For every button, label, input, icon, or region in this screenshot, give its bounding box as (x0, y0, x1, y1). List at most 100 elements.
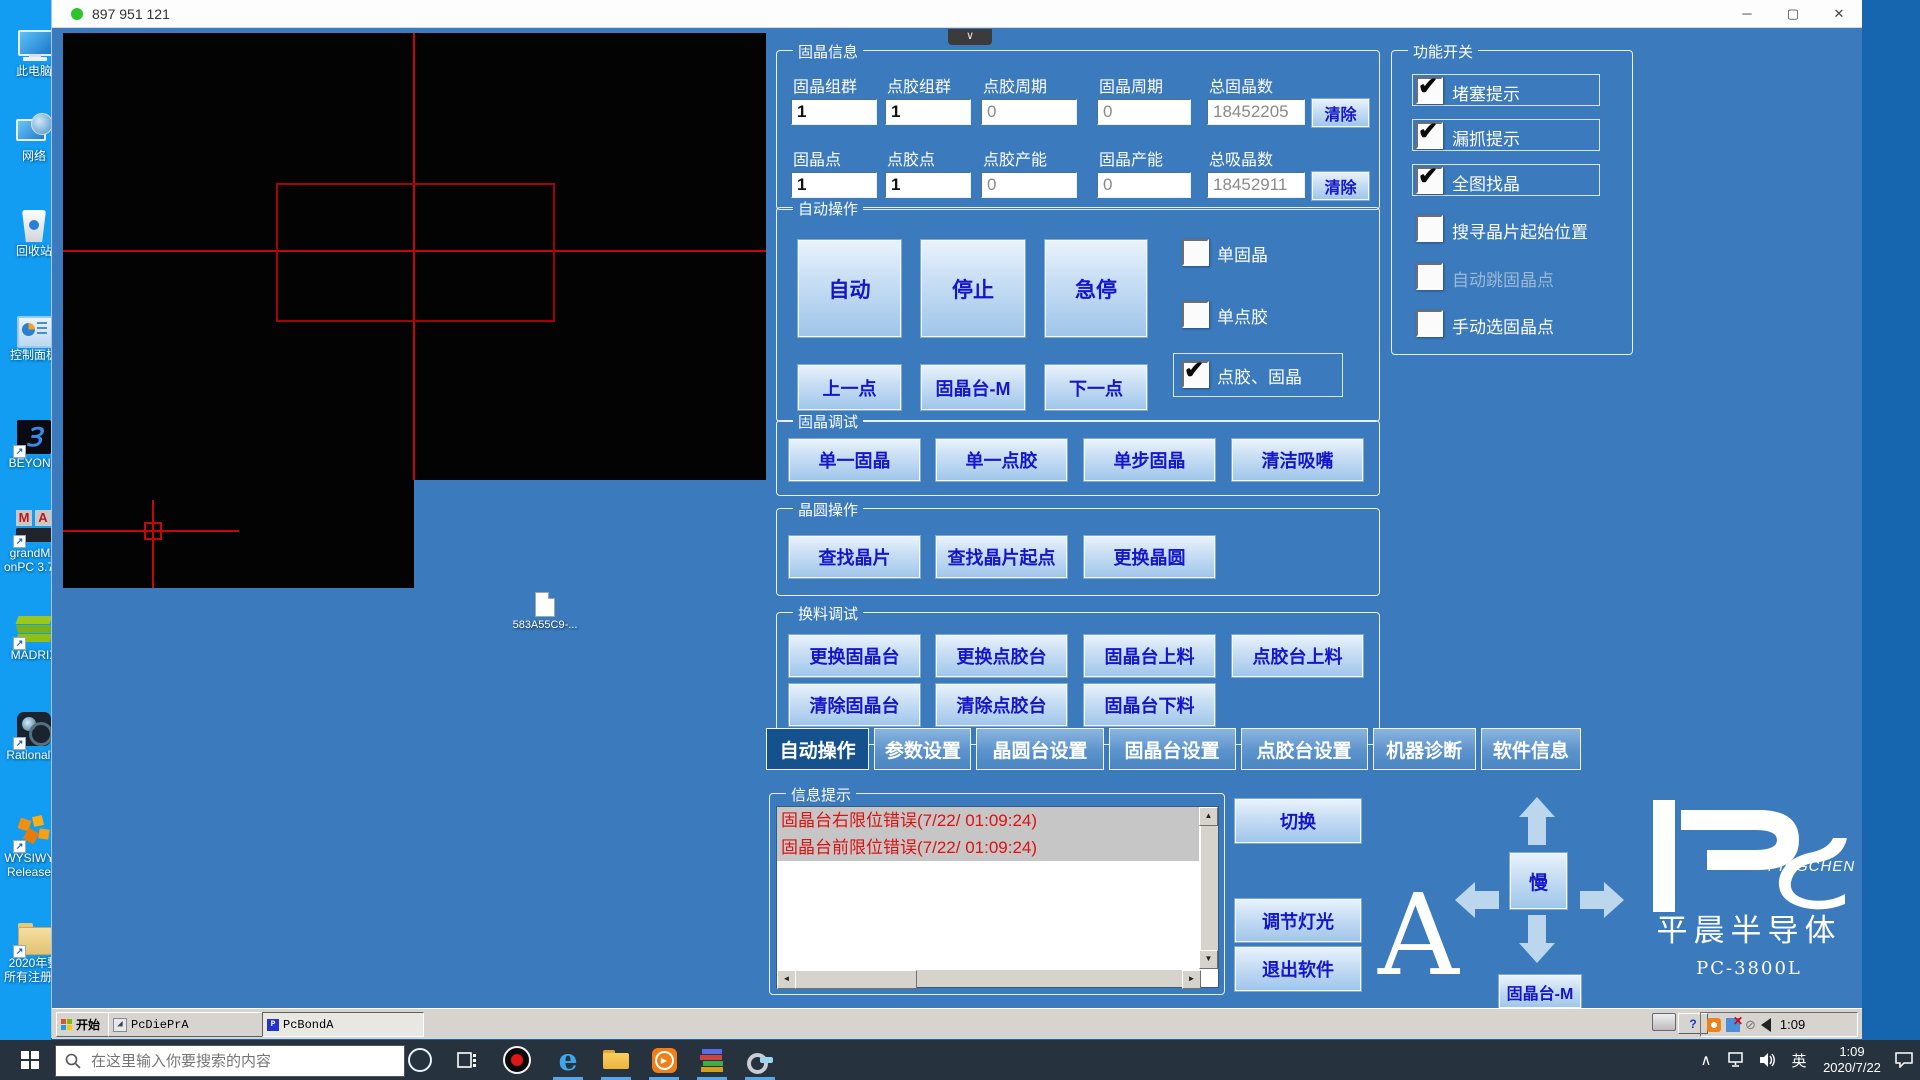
clear-pick-count-button[interactable]: 清除 (1311, 171, 1370, 201)
dispense-and-die-checkbox[interactable]: ✔ (1182, 361, 1209, 388)
dispense-stage-load-button[interactable]: 点胶台上料 (1231, 634, 1364, 678)
cortana-button[interactable] (400, 1040, 440, 1080)
clear-dispense-stage-button[interactable]: 清除点胶台 (935, 683, 1068, 727)
clear-die-stage-button[interactable]: 清除固晶台 (788, 683, 921, 727)
change-dispense-stage-button[interactable]: 更换点胶台 (935, 634, 1068, 678)
change-die-stage-button[interactable]: 更换固晶台 (788, 634, 921, 678)
prev-point-button[interactable]: 上一点 (797, 364, 902, 411)
media-app-button[interactable]: ▶ (642, 1040, 686, 1080)
scroll-up-icon[interactable]: ▲ (1199, 807, 1218, 826)
task-button-pcbonda[interactable]: P PcBondA (262, 1012, 424, 1037)
message-listbox[interactable]: 固晶台右限位错误(7/22/ 01:09:24) 固晶台前限位错误(7/22/ … (776, 806, 1219, 988)
tab-wafer-stage-settings[interactable]: 晶圆台设置 (976, 728, 1103, 770)
dispense-point-input[interactable] (885, 172, 971, 198)
die-stage-m-button[interactable]: 固晶台-M (920, 364, 1026, 411)
full-image-find-die-checkbox[interactable]: ✔ (1416, 167, 1443, 194)
action-center-button[interactable] (1890, 1040, 1918, 1080)
edge-button[interactable]: e (546, 1040, 590, 1080)
start-button[interactable] (8, 1040, 52, 1080)
maximize-button[interactable]: ▢ (1770, 0, 1816, 27)
tab-dispense-stage-settings[interactable]: 点胶台设置 (1241, 728, 1368, 770)
scroll-down-icon[interactable]: ▼ (1199, 950, 1218, 969)
horizontal-scrollbar[interactable]: ◄ ► (777, 970, 1201, 987)
vertical-scrollbar[interactable]: ▲ ▼ (1201, 807, 1218, 969)
exit-software-button[interactable]: 退出软件 (1234, 946, 1362, 992)
clear-die-count-button[interactable]: 清除 (1311, 98, 1370, 128)
find-die-button[interactable]: 查找晶片 (788, 535, 921, 579)
step-die-bond-button[interactable]: 单步固晶 (1083, 438, 1216, 482)
task-view-button[interactable] (447, 1040, 487, 1080)
dispense-cycle-input[interactable] (981, 99, 1077, 125)
estop-button[interactable]: 急停 (1044, 239, 1148, 338)
close-button[interactable]: ✕ (1816, 0, 1862, 27)
single-dispense-checkbox[interactable] (1182, 301, 1209, 328)
camera-view-secondary[interactable] (63, 480, 414, 588)
tray-speaker-icon[interactable] (1761, 1018, 1771, 1032)
change-wafer-button[interactable]: 更换晶圆 (1083, 535, 1216, 579)
single-die-bond-button[interactable]: 单一固晶 (788, 438, 921, 482)
message-row[interactable]: 固晶台前限位错误(7/22/ 01:09:24) (777, 834, 1199, 861)
tray-network-icon[interactable]: ✕ (1726, 1018, 1740, 1032)
dispense-capacity-input[interactable] (981, 172, 1077, 198)
stop-button[interactable]: 停止 (920, 239, 1026, 338)
adjust-light-button[interactable]: 调节灯光 (1234, 898, 1362, 943)
die-point-input[interactable] (791, 172, 877, 198)
find-die-start-button[interactable]: 查找晶片起点 (935, 535, 1068, 579)
single-die-checkbox[interactable] (1182, 239, 1209, 266)
die-capacity-input[interactable] (1097, 172, 1191, 198)
auto-button[interactable]: 自动 (797, 239, 902, 338)
arrow-right-button[interactable] (1580, 882, 1624, 918)
total-pick-count-input[interactable] (1207, 172, 1305, 198)
minimize-button[interactable]: ─ (1724, 0, 1770, 27)
die-group-input[interactable] (791, 99, 877, 125)
clean-nozzle-button[interactable]: 清洁吸嘴 (1231, 438, 1364, 482)
manual-select-die-point-checkbox[interactable] (1416, 310, 1443, 337)
scroll-right-icon[interactable]: ► (1182, 970, 1201, 989)
dispense-group-input[interactable] (885, 99, 971, 125)
stray-file-icon[interactable]: 583A55C9-... (500, 592, 590, 631)
arrow-left-button[interactable] (1455, 882, 1499, 918)
tab-die-stage-settings[interactable]: 固晶台设置 (1109, 728, 1236, 770)
tray-chevron-button[interactable]: ∧ (1694, 1040, 1718, 1080)
clog-alert-checkbox[interactable]: ✔ (1416, 77, 1443, 104)
arrow-up-button[interactable] (1519, 797, 1555, 845)
tray-disabled-icon[interactable]: ⊘ (1745, 1017, 1756, 1033)
die-cycle-input[interactable] (1097, 99, 1191, 125)
miss-pick-alert-checkbox[interactable]: ✔ (1416, 122, 1443, 149)
camera-view-main[interactable] (63, 33, 766, 480)
tray-app-icon[interactable] (1707, 1018, 1721, 1032)
switch-button[interactable]: 切换 (1234, 798, 1362, 844)
tab-software-info[interactable]: 软件信息 (1481, 728, 1581, 770)
file-explorer-button[interactable] (594, 1040, 638, 1080)
task-button-pcdiepra[interactable]: ◢ PcDiePrA (108, 1012, 268, 1037)
scroll-left-icon[interactable]: ◄ (777, 970, 796, 989)
winrar-button[interactable] (690, 1040, 734, 1080)
die-stage-unload-button[interactable]: 固晶台下料 (1083, 683, 1216, 727)
recorder-app-button[interactable] (495, 1040, 539, 1080)
tab-auto-operation[interactable]: 自动操作 (766, 728, 869, 770)
ime-indicator[interactable]: 英 (1785, 1040, 1813, 1080)
taskbar-search-box[interactable] (55, 1045, 405, 1077)
keyboard-icon[interactable] (1652, 1013, 1676, 1031)
die-stage-m-jog-button[interactable]: 固晶台-M (1498, 974, 1582, 1009)
die-stage-load-button[interactable]: 固晶台上料 (1083, 634, 1216, 678)
next-point-button[interactable]: 下一点 (1044, 364, 1148, 411)
scroll-thumb[interactable] (795, 970, 917, 989)
taskbar-clock[interactable]: 1:092020/7/22 (1815, 1040, 1889, 1080)
slow-speed-button[interactable]: 慢 (1509, 852, 1568, 910)
arrow-down-button[interactable] (1519, 915, 1555, 963)
classic-start-button[interactable]: 开始 (56, 1012, 110, 1037)
message-group: 信息提示 固晶台右限位错误(7/22/ 01:09:24) 固晶台前限位错误(7… (769, 793, 1225, 995)
total-die-count-input[interactable] (1207, 99, 1305, 125)
tab-machine-diagnosis[interactable]: 机器诊断 (1373, 728, 1476, 770)
message-row[interactable]: 固晶台右限位错误(7/22/ 01:09:24) (777, 807, 1199, 834)
search-input[interactable] (89, 1052, 363, 1071)
single-dispense-button[interactable]: 单一点胶 (935, 438, 1068, 482)
search-die-start-position-checkbox[interactable] (1416, 215, 1443, 242)
key-app-button[interactable] (738, 1040, 782, 1080)
volume-button[interactable] (1753, 1040, 1783, 1080)
auto-skip-die-point-checkbox[interactable] (1416, 263, 1443, 290)
collapse-chevron-button[interactable]: ∨ (948, 29, 992, 45)
tab-parameter-settings[interactable]: 参数设置 (874, 728, 971, 770)
network-status-button[interactable] (1722, 1040, 1752, 1080)
